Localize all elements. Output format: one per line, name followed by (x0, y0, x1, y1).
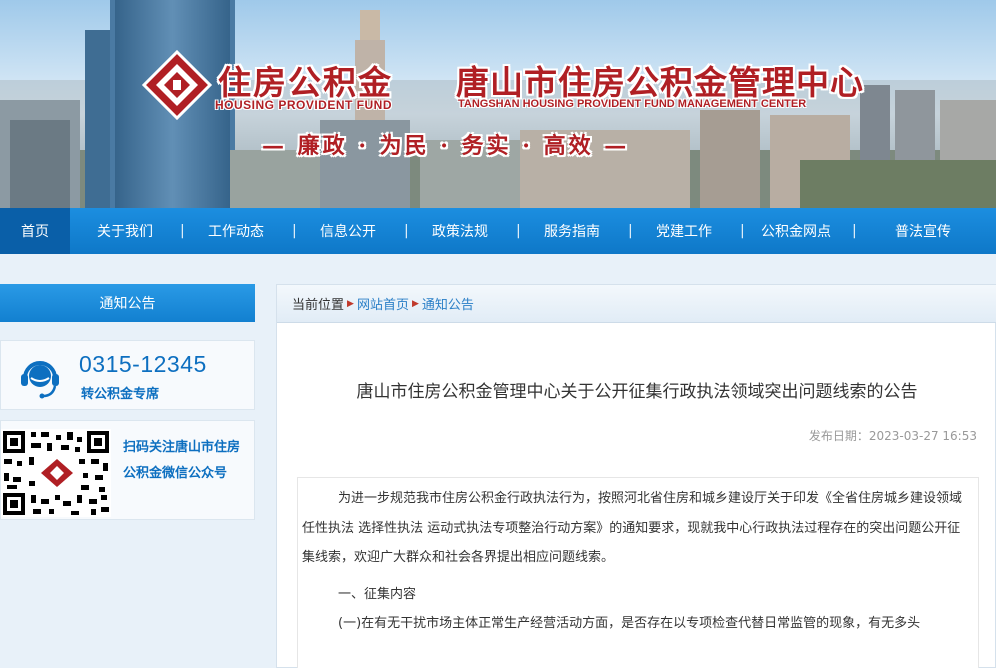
main-nav: 首页 关于我们 | 工作动态 | 信息公开 | 政策法规 | 服务指南 | 党建… (0, 208, 996, 254)
publish-date-label: 发布日期： (808, 429, 869, 443)
article-paragraph: 为进一步规范我市住房公积金行政执法行为，按照河北省住房和城乡建设厅关于印发《全省… (302, 491, 963, 565)
nav-item-service-guide[interactable]: 服务指南 (516, 208, 628, 254)
nav-item-about[interactable]: 关于我们 (70, 208, 180, 254)
wechat-qr-card: 扫码关注唐山市住房公积金微信公众号 (0, 420, 255, 520)
breadcrumb-notices-link[interactable]: 通知公告 (422, 294, 474, 313)
publish-date: 发布日期：2023-03-27 16:53 (809, 427, 977, 444)
breadcrumb: 当前位置 ▶ 网站首页 ▶ 通知公告 (277, 285, 996, 323)
qr-caption: 扫码关注唐山市住房公积金微信公众号 (123, 440, 241, 481)
publish-date-value: 2023-03-27 16:53 (868, 429, 977, 443)
article-paragraph: (一)在有无干扰市场主体正常生产经营活动方面，是否存在以专项检查代替日常监管的现… (338, 616, 921, 631)
slogan: — 廉政 · 为民 · 务实 · 高效 — (262, 133, 630, 159)
article-title: 唐山市住房公积金管理中心关于公开征集行政执法领域突出问题线索的公告 (356, 382, 918, 401)
nav-item-outlets[interactable]: 公积金网点 (740, 208, 852, 254)
nav-item-disclosure[interactable]: 信息公开 (292, 208, 404, 254)
hotline-subtitle: 转公积金专席 (81, 387, 160, 402)
breadcrumb-home-link[interactable]: 网站首页 (357, 294, 409, 313)
article-panel: 当前位置 ▶ 网站首页 ▶ 通知公告 唐山市住房公积金管理中心关于公开征集行政执… (276, 284, 996, 668)
nav-item-news[interactable]: 工作动态 (180, 208, 292, 254)
nav-item-policies[interactable]: 政策法规 (404, 208, 516, 254)
sidebar-heading[interactable]: 通知公告 (0, 284, 255, 322)
breadcrumb-label: 当前位置 (292, 298, 345, 313)
brand-title: 住房公积金 (218, 63, 393, 102)
article-section-heading: 一、征集内容 (338, 586, 417, 602)
breadcrumb-arrow-icon: ▶ (347, 298, 354, 309)
site-title: 唐山市住房公积金管理中心 (456, 63, 864, 102)
article-body: 为进一步规范我市住房公积金行政执法行为，按照河北省住房和城乡建设厅关于印发《全省… (297, 477, 979, 668)
brand-subtitle: HOUSING PROVIDENT FUND (215, 98, 393, 112)
nav-item-party-building[interactable]: 党建工作 (628, 208, 740, 254)
headset-icon (21, 361, 59, 399)
header-banner: 住房公积金 HOUSING PROVIDENT FUND 唐山市住房公积金管理中… (0, 0, 996, 208)
site-subtitle: TANGSHAN HOUSING PROVIDENT FUND MANAGEME… (458, 98, 807, 110)
qr-code-icon (1, 429, 111, 517)
hotline-card[interactable]: 0315-12345 转公积金专席 (0, 340, 255, 410)
nav-item-home[interactable]: 首页 (0, 208, 70, 254)
nav-item-legal-publicity[interactable]: 普法宣传 (852, 208, 994, 254)
breadcrumb-arrow-icon: ▶ (411, 298, 419, 309)
hotline-number: 0315-12345 (79, 351, 207, 377)
housing-fund-logo-icon (141, 49, 213, 121)
